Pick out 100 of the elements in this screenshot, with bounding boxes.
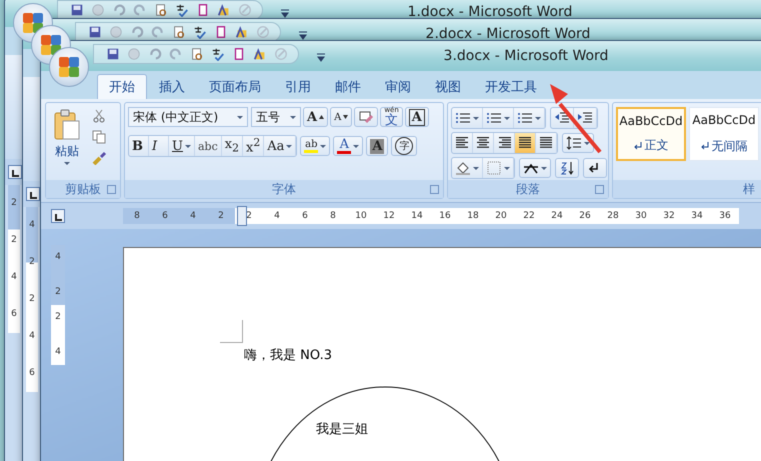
circle-icon [109, 25, 123, 39]
save-button[interactable] [106, 47, 120, 61]
enclose-characters-button[interactable]: 字 [391, 136, 418, 156]
grow-font-button[interactable]: A [303, 107, 328, 127]
shape-text: 我是三姐 [316, 421, 368, 438]
ruler-number: 30 [634, 211, 648, 221]
italic-button[interactable]: I [149, 136, 169, 156]
tab-selector-icon[interactable] [26, 187, 40, 201]
align-button[interactable] [515, 133, 536, 153]
decrease-indent-icon [554, 111, 570, 125]
tab-selector-icon[interactable] [51, 209, 65, 223]
circle-icon [91, 3, 105, 17]
dropdown-icon [280, 8, 290, 18]
ribbon-tab[interactable]: 开发工具 [473, 74, 549, 99]
chinese-layout-icon [523, 161, 539, 175]
ribbon-tab[interactable]: 邮件 [323, 74, 373, 99]
character-border-button[interactable]: A [404, 107, 429, 127]
ruler-number: 28 [606, 211, 620, 221]
sort-button[interactable] [555, 158, 579, 178]
ruler-number: 4 [55, 348, 61, 357]
undo-icon [112, 3, 126, 17]
print-preview-icon [172, 25, 186, 39]
print-preview-button[interactable] [172, 25, 186, 39]
borders-icon [486, 161, 502, 175]
highlight-button[interactable]: ab [300, 136, 330, 156]
format-button[interactable]: x$_{2}$ [222, 136, 243, 156]
style-gallery-item[interactable]: AaBbCcDd 无间隔 [689, 107, 759, 161]
center-align-icon [476, 137, 490, 149]
line-spacing-button[interactable] [562, 133, 594, 153]
ribbon-tab[interactable]: 审阅 [373, 74, 423, 99]
print-preview-icon [154, 3, 168, 17]
ruler-number: 6 [301, 211, 309, 221]
underline-button[interactable]: U [169, 136, 195, 156]
ruler-number: 22 [522, 211, 536, 221]
spelling-button[interactable] [211, 47, 225, 61]
ruler-number: 24 [550, 211, 564, 221]
shrink-font-button[interactable]: A [330, 107, 352, 127]
page-button[interactable] [232, 47, 246, 61]
save-icon [88, 25, 102, 39]
format-button[interactable]: Aa [264, 136, 296, 156]
indent-marker[interactable] [237, 206, 247, 226]
chinese-layout-button[interactable] [519, 158, 551, 178]
strike-button[interactable]: abc [194, 136, 222, 156]
ruler-number: 2 [55, 288, 61, 297]
ruler-number: 8 [329, 211, 337, 221]
sort-icon [559, 161, 575, 175]
up-triangle-icon [319, 115, 324, 119]
format-button[interactable] [253, 47, 267, 61]
character-shading-button[interactable]: A [366, 136, 388, 156]
redo-icon [169, 47, 183, 61]
spelling-button[interactable] [193, 25, 207, 39]
brush-icon [91, 151, 107, 165]
ribbon-tab[interactable]: 开始 [97, 74, 147, 99]
undo-icon [148, 47, 162, 61]
page-button[interactable] [214, 25, 228, 39]
group-label: 样 [743, 180, 755, 198]
office-logo-icon [39, 33, 63, 57]
ribbon-tab[interactable]: 插入 [147, 74, 197, 99]
format-button[interactable]: x$^{2}$ [242, 136, 264, 156]
tab-selector-icon[interactable] [8, 165, 22, 179]
clear-format-button[interactable] [354, 107, 378, 127]
style-gallery-item[interactable]: AaBbCcDd 正文 [616, 107, 686, 161]
line-spacing-icon [566, 136, 582, 150]
font-color-button[interactable]: A [333, 136, 364, 156]
ruler-number: 14 [410, 211, 424, 221]
ruler-number: 6 [29, 369, 35, 378]
spelling-button[interactable] [175, 3, 189, 17]
font-size-dropdown[interactable]: 五号 [251, 107, 301, 127]
ribbon-tab[interactable]: 引用 [273, 74, 323, 99]
format-icon [217, 3, 231, 17]
save-button[interactable] [88, 25, 102, 39]
paragraph-return-icon [634, 142, 642, 150]
ruler-number: 4 [55, 253, 61, 262]
paste-button[interactable]: 粘贴 [49, 107, 85, 180]
ruler-number: 2 [11, 199, 17, 208]
format-button[interactable] [235, 25, 249, 39]
dropdown-icon [316, 52, 326, 62]
copy-icon [91, 130, 107, 144]
print-preview-button[interactable] [190, 47, 204, 61]
page-icon [232, 47, 246, 61]
page-icon [214, 25, 228, 39]
ruler-number: 2 [11, 236, 17, 245]
ruler-number: 8 [133, 211, 141, 221]
ruler-number: 26 [578, 211, 592, 221]
document-text: 嗨，我是 NO.3 [244, 347, 332, 364]
format-button[interactable] [217, 3, 231, 17]
ruler-number: 18 [466, 211, 480, 221]
save-icon [106, 47, 120, 61]
bold-button[interactable]: B [129, 136, 149, 156]
font-face-dropdown[interactable]: 宋体 (中文正文) [128, 107, 248, 127]
print-preview-button[interactable] [154, 3, 168, 17]
redo-icon [151, 25, 165, 39]
ribbon-tab[interactable]: 页面布局 [197, 74, 273, 99]
right-align-icon [497, 137, 511, 149]
ribbon-tab[interactable]: 视图 [423, 74, 473, 99]
page-button[interactable] [196, 3, 210, 17]
page-icon [196, 3, 210, 17]
save-button[interactable] [70, 3, 84, 17]
bullets-icon [455, 111, 471, 125]
show-marks-button[interactable] [583, 158, 607, 178]
